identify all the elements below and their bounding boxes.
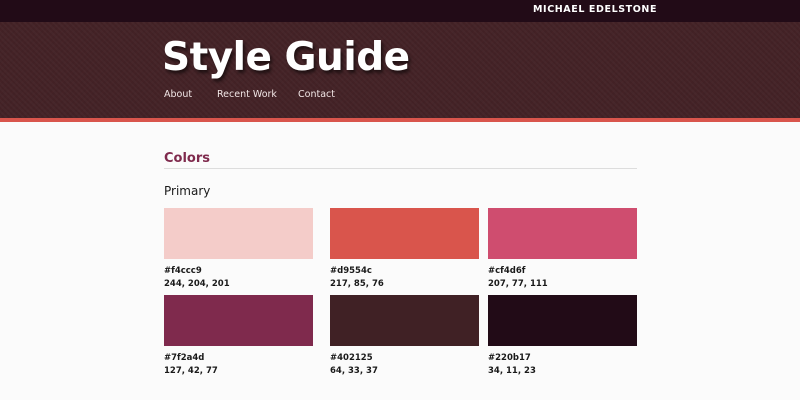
color-chip <box>488 208 637 259</box>
color-hex-value: #cf4d6f <box>488 266 526 276</box>
nav-link-about[interactable]: About <box>164 89 192 100</box>
color-rgb-value: 64, 33, 37 <box>330 366 378 376</box>
color-swatch: #402125 64, 33, 37 <box>330 295 479 377</box>
color-chip <box>164 295 313 346</box>
nav-link-contact[interactable]: Contact <box>298 89 335 100</box>
color-chip <box>164 208 313 259</box>
color-swatch: #cf4d6f 207, 77, 111 <box>488 208 637 290</box>
nav-link-recent-work[interactable]: Recent Work <box>217 89 277 100</box>
color-chip <box>488 295 637 346</box>
subsection-title-primary: Primary <box>164 184 211 198</box>
color-rgb-value: 34, 11, 23 <box>488 366 536 376</box>
color-hex-value: #7f2a4d <box>164 353 205 363</box>
section-divider <box>164 168 637 169</box>
color-chip <box>330 208 479 259</box>
color-swatch: #d9554c 217, 85, 76 <box>330 208 479 290</box>
color-rgb-value: 244, 204, 201 <box>164 279 230 289</box>
color-swatch: #7f2a4d 127, 42, 77 <box>164 295 313 377</box>
top-bar: MICHAEL EDELSTONE <box>0 0 800 22</box>
color-hex-value: #402125 <box>330 353 373 363</box>
page-title: Style Guide <box>162 35 410 80</box>
color-chip <box>330 295 479 346</box>
color-swatch: #f4ccc9 244, 204, 201 <box>164 208 313 290</box>
author-name-link[interactable]: MICHAEL EDELSTONE <box>533 4 657 15</box>
color-hex-value: #f4ccc9 <box>164 266 202 276</box>
color-swatch: #220b17 34, 11, 23 <box>488 295 637 377</box>
section-title-colors: Colors <box>164 151 211 166</box>
color-hex-value: #220b17 <box>488 353 531 363</box>
color-rgb-value: 127, 42, 77 <box>164 366 218 376</box>
color-rgb-value: 207, 77, 111 <box>488 279 548 289</box>
color-rgb-value: 217, 85, 76 <box>330 279 384 289</box>
header-accent-stripe <box>0 118 800 122</box>
color-hex-value: #d9554c <box>330 266 372 276</box>
